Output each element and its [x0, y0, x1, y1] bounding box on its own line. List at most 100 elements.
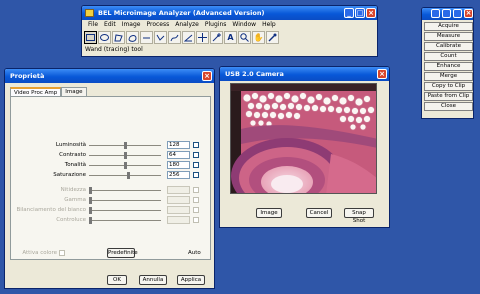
property-value: [167, 186, 190, 194]
copy-to-clip-button[interactable]: Copy to Clip: [424, 82, 473, 91]
auto-checkbox[interactable]: [193, 162, 199, 168]
property-value[interactable]: 128: [167, 141, 190, 149]
property-label: Tonalità: [64, 162, 86, 168]
paste-from-clip-button[interactable]: Paste from Clip: [424, 92, 473, 101]
property-label: Luminosità: [55, 142, 86, 148]
auto-checkbox[interactable]: [193, 172, 199, 178]
histology-image: [231, 84, 376, 193]
properties-tab-pane: Luminosità 128 Contrasto 64 Tonalità 180 Satur…: [10, 96, 211, 260]
menu-edit[interactable]: Edit: [101, 20, 119, 30]
menu-plugins[interactable]: Plugins: [202, 20, 230, 30]
property-slider[interactable]: [89, 152, 161, 159]
property-slider: [89, 197, 161, 204]
property-row: Contrasto 64: [11, 151, 212, 160]
color-enable-checkbox[interactable]: [59, 250, 65, 256]
panel-icon-b[interactable]: [442, 9, 451, 18]
property-slider[interactable]: [89, 172, 161, 179]
property-value[interactable]: 180: [167, 161, 190, 169]
auto-checkbox: [193, 217, 199, 223]
segmented-line-tool-icon[interactable]: [154, 31, 167, 44]
menu-analyze[interactable]: Analyze: [172, 20, 202, 30]
property-label: Bilanciamento del bianco: [16, 207, 86, 213]
polygon-tool-icon[interactable]: [112, 31, 125, 44]
measure-button[interactable]: Measure: [424, 32, 473, 41]
menu-help[interactable]: Help: [259, 20, 279, 30]
panel-close-icon[interactable]: ×: [464, 9, 473, 18]
slider-thumb[interactable]: [123, 142, 127, 149]
camera-cancel-button[interactable]: Cancel: [306, 208, 332, 218]
calibrate-button[interactable]: Calibrate: [424, 42, 473, 51]
minimize-icon[interactable]: _: [344, 8, 354, 18]
menu-process[interactable]: Process: [143, 20, 172, 30]
auto-checkbox[interactable]: [193, 142, 199, 148]
camera-preview[interactable]: [230, 83, 377, 194]
acquire-button[interactable]: Acquire: [424, 22, 473, 31]
freehand-line-tool-icon[interactable]: [168, 31, 181, 44]
property-row: Luminosità 128: [11, 141, 212, 150]
property-label: Nitidezza: [60, 187, 86, 193]
slider-thumb[interactable]: [123, 152, 127, 159]
slider-thumb: [89, 217, 92, 224]
auto-checkbox: [193, 207, 199, 213]
ok-button[interactable]: OK: [107, 275, 127, 285]
tab-video-proc-amp[interactable]: Video Proc Amp: [10, 87, 62, 96]
rectangle-tool-icon[interactable]: [84, 31, 97, 44]
slider-thumb[interactable]: [123, 162, 127, 169]
bel-titlebar[interactable]: BEL Microimage Analyzer (Advanced Versio…: [82, 6, 377, 20]
app-icon: [85, 9, 94, 17]
cancel-button[interactable]: Annulla: [139, 275, 167, 285]
slider-thumb[interactable]: [126, 172, 130, 179]
property-value[interactable]: 256: [167, 171, 190, 179]
oval-tool-icon[interactable]: [98, 31, 111, 44]
slider-thumb: [89, 187, 92, 194]
auto-label: Auto: [188, 250, 201, 256]
property-value[interactable]: 64: [167, 151, 190, 159]
properties-title: Proprietà: [10, 72, 45, 80]
point-tool-icon[interactable]: [196, 31, 209, 44]
command-panel: × Acquire Measure Calibrate Count Enhanc…: [421, 7, 474, 119]
property-slider: [89, 207, 161, 214]
panel-icon-c[interactable]: [453, 9, 462, 18]
default-button[interactable]: Predefinite: [107, 248, 138, 258]
apply-button[interactable]: Applica: [177, 275, 205, 285]
camera-title: USB 2.0 Camera: [225, 70, 284, 78]
auto-checkbox: [193, 187, 199, 193]
freehand-tool-icon[interactable]: [126, 31, 139, 44]
property-slider: [89, 217, 161, 224]
slider-thumb: [89, 207, 92, 214]
panel-icon-a[interactable]: [431, 9, 440, 18]
panel-titlebar[interactable]: ×: [422, 8, 473, 20]
angle-tool-icon[interactable]: [182, 31, 195, 44]
properties-close-icon[interactable]: ×: [202, 71, 212, 81]
camera-close-icon[interactable]: ×: [377, 69, 387, 79]
bel-analyzer-window: BEL Microimage Analyzer (Advanced Versio…: [81, 5, 378, 57]
menubar: File Edit Image Process Analyze Plugins …: [82, 20, 377, 30]
bel-title: BEL Microimage Analyzer (Advanced Versio…: [98, 9, 265, 17]
usb-camera-window: USB 2.0 Camera × Image Cancel Snap Shot: [219, 66, 390, 228]
count-button[interactable]: Count: [424, 52, 473, 61]
merge-button[interactable]: Merge: [424, 72, 473, 81]
enhance-button[interactable]: Enhance: [424, 62, 473, 71]
properties-titlebar[interactable]: Proprietà ×: [5, 69, 214, 83]
dropper-tool-icon[interactable]: [266, 31, 279, 44]
menu-window[interactable]: Window: [229, 20, 259, 30]
property-row: Gamma: [11, 196, 212, 205]
property-slider[interactable]: [89, 142, 161, 149]
wand-tool-icon[interactable]: [210, 31, 223, 44]
line-tool-icon[interactable]: [140, 31, 153, 44]
hand-tool-icon[interactable]: ✋: [252, 31, 265, 44]
panel-close-button[interactable]: Close: [424, 102, 473, 111]
camera-titlebar[interactable]: USB 2.0 Camera ×: [220, 67, 389, 81]
tab-image[interactable]: Image: [61, 87, 87, 96]
property-value: [167, 196, 190, 204]
image-button[interactable]: Image: [256, 208, 282, 218]
menu-image[interactable]: Image: [119, 20, 144, 30]
close-icon[interactable]: ×: [366, 8, 376, 18]
maximize-icon[interactable]: □: [355, 8, 365, 18]
property-slider[interactable]: [89, 162, 161, 169]
snap-shot-button[interactable]: Snap Shot: [344, 208, 374, 224]
auto-checkbox[interactable]: [193, 152, 199, 158]
text-tool-icon[interactable]: A: [224, 31, 237, 44]
menu-file[interactable]: File: [85, 20, 101, 30]
magnifier-tool-icon[interactable]: [238, 31, 251, 44]
